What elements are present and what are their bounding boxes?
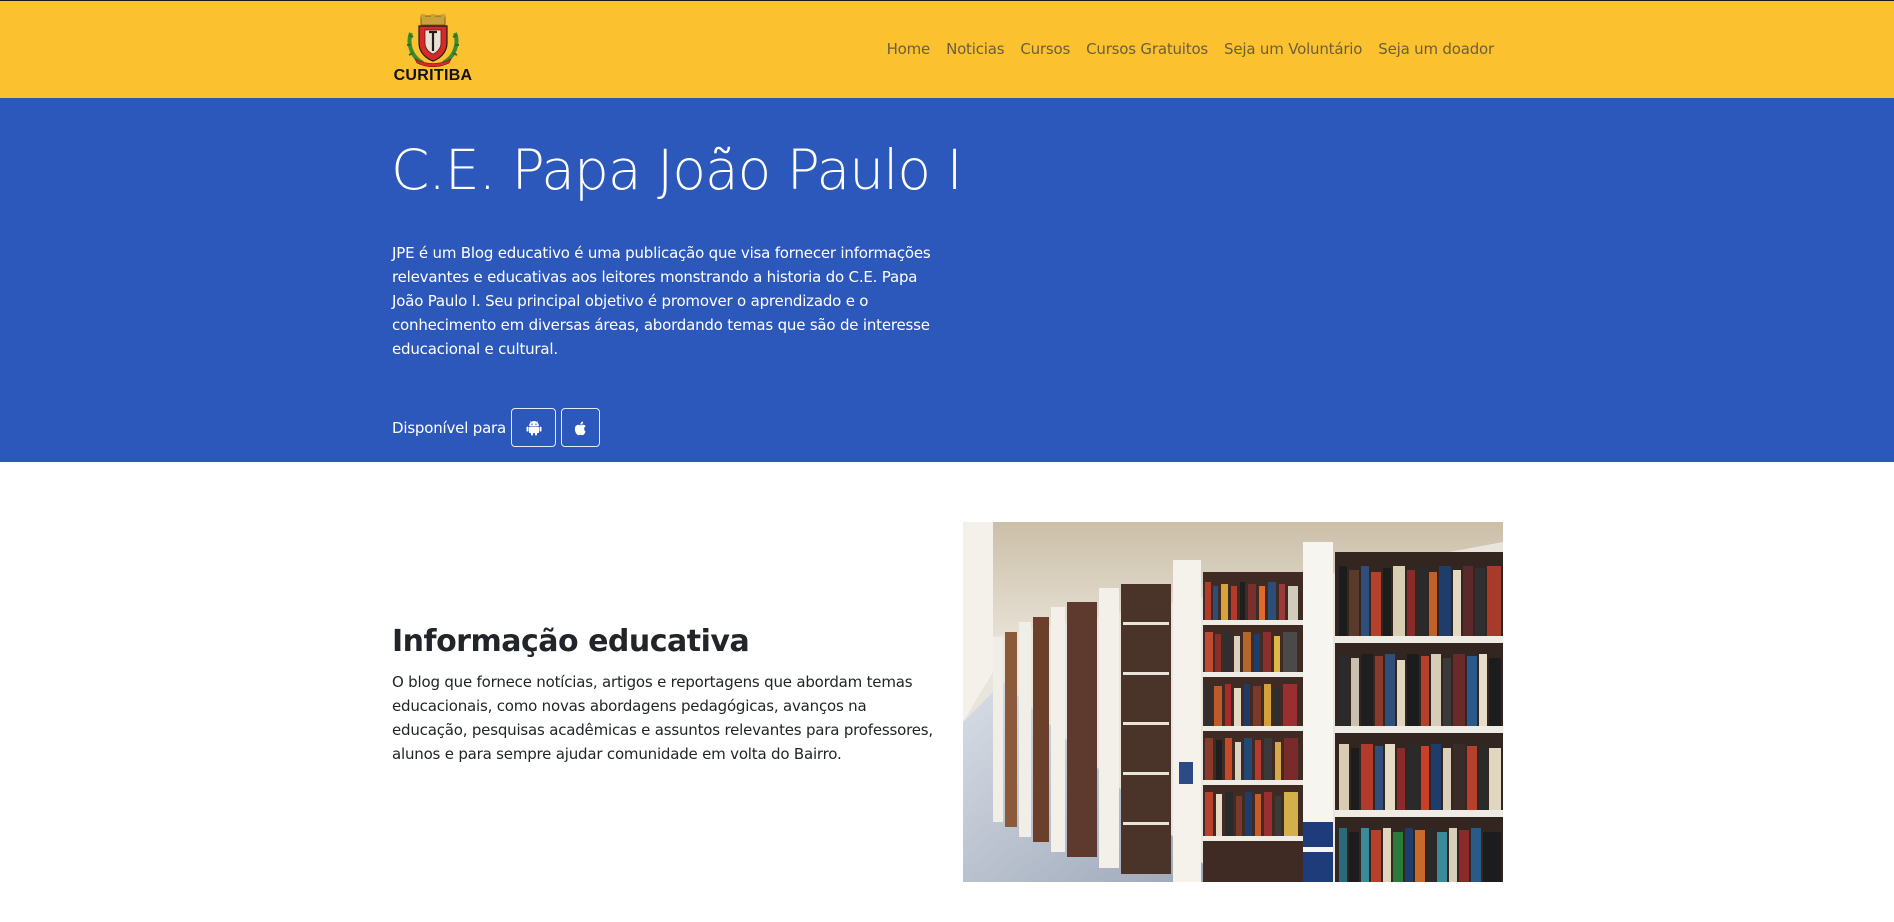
nav-item-cursos-gratuitos[interactable]: Cursos Gratuitos xyxy=(1086,40,1208,58)
hero-description: JPE é um Blog educativo é uma publicação… xyxy=(392,244,931,358)
navbar: CURITIBA Home Noticias Cursos Cursos Gra… xyxy=(0,1,1894,98)
nav-item-noticias[interactable]: Noticias xyxy=(946,40,1004,58)
main-nav: Home Noticias Cursos Cursos Gratuitos Se… xyxy=(887,40,1495,58)
info-text: O blog que fornece notícias, artigos e r… xyxy=(392,673,933,763)
library-illustration xyxy=(963,522,1503,882)
apple-icon xyxy=(574,421,586,435)
info-title: Informação educativa xyxy=(392,624,750,659)
nav-item-seja-voluntario[interactable]: Seja um Voluntário xyxy=(1224,40,1362,58)
android-store-button[interactable] xyxy=(511,408,557,447)
available-label: Disponível para xyxy=(392,418,507,437)
page-title: C.E. Papa João Paulo I xyxy=(391,138,963,202)
hero-section: C.E. Papa João Paulo I JPE é um Blog edu… xyxy=(0,98,1894,462)
info-section: Informação educativa O blog que fornece … xyxy=(0,462,1894,922)
apple-store-button[interactable] xyxy=(561,408,601,447)
curitiba-coat-of-arms-icon xyxy=(407,14,459,67)
library-bookshelves-image xyxy=(963,522,1503,882)
brand-name: CURITIBA xyxy=(393,67,473,84)
nav-item-cursos[interactable]: Cursos xyxy=(1020,40,1070,58)
android-icon xyxy=(526,420,542,435)
available-on: Disponível para xyxy=(392,408,601,447)
nav-item-home[interactable]: Home xyxy=(887,40,931,58)
brand-logo[interactable]: CURITIBA xyxy=(392,13,474,89)
nav-item-seja-doador[interactable]: Seja um doador xyxy=(1378,40,1494,58)
